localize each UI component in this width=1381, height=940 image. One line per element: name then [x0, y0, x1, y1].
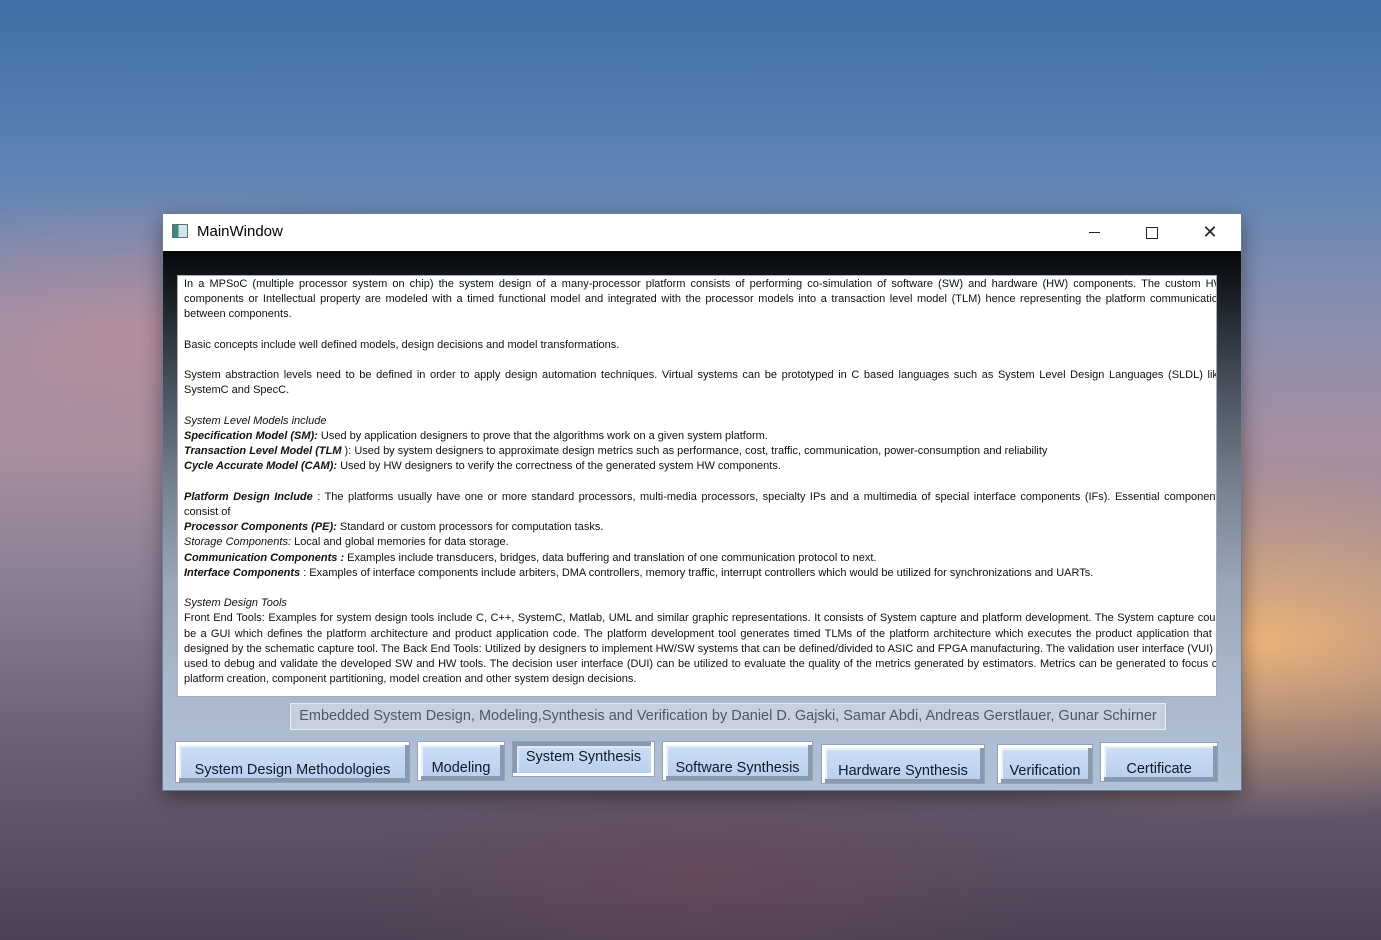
hardware-synthesis-button[interactable]: Hardware Synthesis — [821, 744, 985, 784]
model-term: Transaction Level Model (TLM — [184, 445, 342, 458]
model-item: Specification Model (SM): Used by applic… — [184, 429, 1216, 444]
component-term: Communication Components : — [184, 551, 345, 564]
system-synthesis-button[interactable]: System Synthesis — [512, 741, 655, 777]
main-window: MainWindow ✕ In a MPSoC (multiple proces… — [163, 214, 1241, 790]
platform-paragraph: Platform Design Include : The platforms … — [184, 490, 1217, 520]
model-desc: Used by application designers to prove t… — [317, 429, 768, 442]
verification-button[interactable]: Verification — [997, 744, 1093, 784]
maximize-icon — [1146, 226, 1158, 239]
platform-desc: : The platforms usually have one or more… — [184, 490, 1217, 518]
client-area: In a MPSoC (multiple processor system on… — [163, 251, 1241, 790]
app-icon — [172, 224, 188, 238]
description-text-area[interactable]: In a MPSoC (multiple processor system on… — [177, 275, 1217, 697]
maximize-button[interactable] — [1123, 214, 1181, 251]
model-term: Cycle Accurate Model (CAM): — [184, 460, 338, 473]
component-item: Communication Components : Examples incl… — [184, 551, 1216, 566]
component-desc: Examples include transducers, bridges, d… — [344, 551, 877, 564]
book-caption: Embedded System Design, Modeling,Synthes… — [290, 703, 1166, 730]
modeling-button[interactable]: Modeling — [417, 741, 505, 781]
platform-term: Platform Design Include — [184, 490, 313, 503]
minimize-icon — [1088, 232, 1100, 233]
component-item: Processor Components (PE): Standard or c… — [184, 520, 1216, 535]
minimize-button[interactable] — [1065, 214, 1123, 251]
concepts-paragraph: Basic concepts include well defined mode… — [184, 338, 620, 351]
intro-paragraph: In a MPSoC (multiple processor system on… — [184, 278, 1217, 321]
model-item: Transaction Level Model (TLM ): Used by … — [184, 444, 1216, 459]
component-item: Storage Components: Local and global mem… — [184, 535, 1216, 550]
component-desc: Standard or custom processors for comput… — [336, 521, 604, 534]
window-title: MainWindow — [197, 223, 283, 240]
title-bar[interactable]: MainWindow ✕ — [163, 214, 1241, 251]
certificate-button[interactable]: Certificate — [1100, 742, 1218, 782]
component-term: Processor Components (PE): — [184, 521, 337, 534]
close-icon: ✕ — [1202, 221, 1218, 243]
component-term: Storage Components: — [184, 536, 292, 549]
tools-paragraph: Front End Tools: Examples for system des… — [184, 612, 1217, 686]
system-design-methodologies-button[interactable]: System Design Methodologies — [175, 741, 410, 783]
model-desc: ): Used by system designers to approxima… — [341, 445, 1048, 458]
model-term: Specification Model (SM): — [184, 429, 318, 442]
models-heading: System Level Models include — [184, 414, 327, 427]
component-item: Interface Components : Examples of inter… — [184, 566, 1216, 581]
model-item: Cycle Accurate Model (CAM): Used by HW d… — [184, 459, 1216, 474]
tools-heading: System Design Tools — [184, 597, 287, 610]
software-synthesis-button[interactable]: Software Synthesis — [662, 741, 813, 781]
description-text: In a MPSoC (multiple processor system on… — [184, 277, 1217, 687]
component-desc: Local and global memories for data stora… — [291, 536, 509, 549]
component-desc: : Examples of interface components inclu… — [300, 566, 1094, 579]
abstraction-paragraph: System abstraction levels need to be def… — [184, 369, 1217, 397]
model-desc: Used by HW designers to verify the corre… — [337, 460, 781, 473]
close-button[interactable]: ✕ — [1181, 214, 1239, 251]
component-term: Interface Components — [184, 566, 301, 579]
